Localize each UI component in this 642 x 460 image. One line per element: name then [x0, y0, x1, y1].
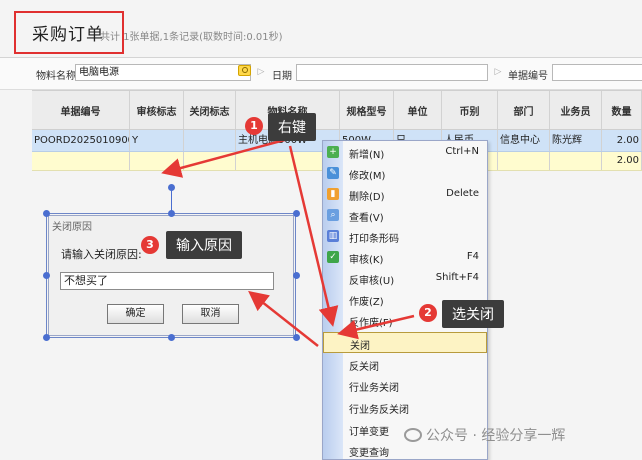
material-filter-input[interactable]: 电脑电源 — [75, 64, 251, 81]
date-filter-input[interactable] — [296, 64, 488, 81]
grid-header: 单据编号 审核标志 关闭标志 物料名称 规格型号 单位 币别 部门 业务员 数量 — [32, 90, 642, 130]
resize-handle[interactable] — [43, 272, 50, 279]
resize-handle[interactable] — [293, 334, 300, 341]
menu-item-delete[interactable]: ▮ 删除(D) Delete — [323, 184, 487, 205]
chevron-right-icon[interactable]: ▷ — [255, 65, 267, 79]
menu-item-line-close[interactable]: 行业务关闭 — [323, 375, 487, 396]
chevron-right-icon[interactable]: ▷ — [492, 65, 504, 79]
lookup-icon[interactable] — [238, 65, 251, 76]
column-header[interactable]: 币别 — [442, 91, 498, 129]
department-cell: 信息中心 — [498, 130, 550, 151]
audit-flag-cell: Y — [130, 130, 184, 151]
step1-badge: 1 — [245, 117, 263, 135]
resize-handle[interactable] — [293, 210, 300, 217]
column-header[interactable]: 业务员 — [550, 91, 602, 129]
resize-handle[interactable] — [168, 334, 175, 341]
doc-no-filter-label: 单据编号 — [508, 71, 548, 82]
delete-icon: ▮ — [327, 188, 339, 200]
view-icon: ⌕ — [327, 209, 339, 221]
menu-item-print-barcode[interactable]: ▥ 打印条形码 — [323, 226, 487, 247]
edit-icon: ✎ — [327, 167, 339, 179]
date-filter-label: 日期 — [272, 71, 292, 82]
barcode-icon: ▥ — [327, 230, 339, 242]
column-header[interactable]: 数量 — [602, 91, 642, 129]
rotate-handle[interactable] — [168, 184, 175, 191]
step3-badge: 3 — [141, 236, 159, 254]
check-icon: ✓ — [327, 251, 339, 263]
doc-no-filter-input[interactable] — [552, 64, 642, 81]
column-header[interactable]: 规格型号 — [340, 91, 394, 129]
record-summary: 共计 1张单据,1条记录(取数时间:0.01秒) — [100, 32, 283, 43]
step3-label: 输入原因 — [166, 231, 242, 259]
menu-item-new[interactable]: + 新增(N) Ctrl+N — [323, 142, 487, 163]
column-header[interactable]: 关闭标志 — [184, 91, 236, 129]
menu-item-edit[interactable]: ✎ 修改(M) — [323, 163, 487, 184]
quantity-cell: 2.00 — [602, 130, 642, 151]
material-filter-label: 物料名称 — [36, 71, 76, 82]
dialog-prompt: 请输入关闭原因: — [61, 248, 142, 261]
close-reason-input[interactable]: 不想买了 — [60, 272, 274, 290]
menu-item-reopen[interactable]: 反关闭 — [323, 354, 487, 375]
menu-item-close[interactable]: 关闭 — [323, 332, 487, 353]
column-header[interactable]: 审核标志 — [130, 91, 184, 129]
page-title: 采购订单 — [32, 25, 104, 45]
resize-handle[interactable] — [43, 210, 50, 217]
column-header[interactable]: 单位 — [394, 91, 442, 129]
watermark: 公众号 · 经验分享一辉 — [404, 425, 565, 445]
menu-item-unaudit[interactable]: 反审核(U) Shift+F4 — [323, 268, 487, 289]
resize-handle[interactable] — [293, 272, 300, 279]
step2-label: 选关闭 — [442, 300, 504, 328]
step2-badge: 2 — [419, 304, 437, 322]
column-header[interactable]: 部门 — [498, 91, 550, 129]
resize-handle[interactable] — [168, 210, 175, 217]
plus-icon: + — [327, 146, 339, 158]
salesperson-cell: 陈光辉 — [550, 130, 602, 151]
filter-bar: 物料名称 电脑电源 ▷ 日期 ▷ 单据编号 — [0, 58, 642, 90]
doc-no-cell: POORD20250109001 — [32, 130, 130, 151]
dialog-title: 关闭原因 — [52, 222, 92, 233]
column-header[interactable]: 单据编号 — [32, 91, 130, 129]
cancel-button[interactable]: 取消 — [182, 304, 239, 324]
quantity-total-cell: 2.00 — [602, 152, 642, 170]
wechat-icon — [404, 428, 422, 442]
menu-item-line-reopen[interactable]: 行业务反关闭 — [323, 397, 487, 418]
ok-button[interactable]: 确定 — [107, 304, 164, 324]
step1-label: 右键 — [268, 113, 316, 141]
menu-item-view[interactable]: ⌕ 查看(V) — [323, 205, 487, 226]
menu-item-audit[interactable]: ✓ 审核(K) F4 — [323, 247, 487, 268]
resize-handle[interactable] — [43, 334, 50, 341]
title-bar: 采购订单 共计 1张单据,1条记录(取数时间:0.01秒) — [0, 0, 642, 58]
close-flag-cell — [184, 130, 236, 151]
